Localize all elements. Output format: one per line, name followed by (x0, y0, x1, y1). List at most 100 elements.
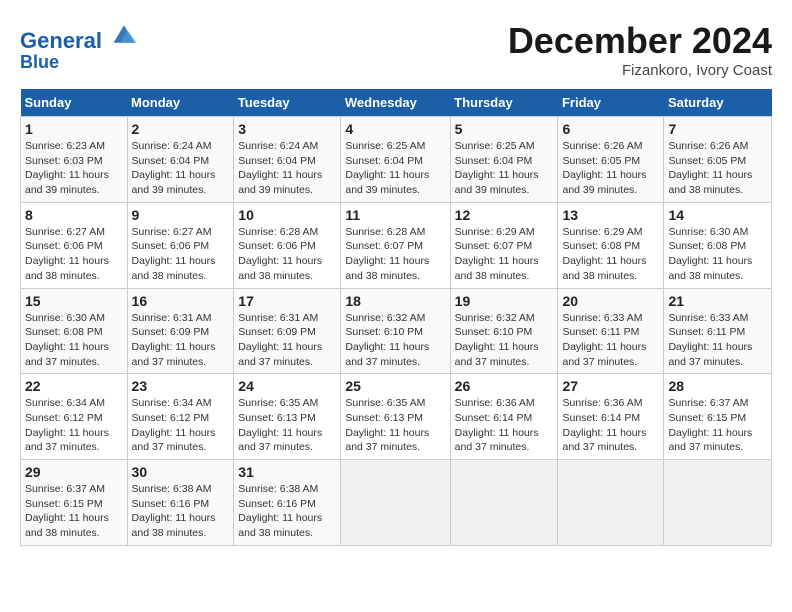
day-number: 22 (25, 378, 123, 394)
day-info: Sunrise: 6:38 AM Sunset: 6:16 PM Dayligh… (132, 482, 230, 541)
calendar-cell: 11 Sunrise: 6:28 AM Sunset: 6:07 PM Dayl… (341, 202, 450, 288)
calendar-cell: 14 Sunrise: 6:30 AM Sunset: 6:08 PM Dayl… (664, 202, 772, 288)
day-number: 15 (25, 293, 123, 309)
calendar-cell: 9 Sunrise: 6:27 AM Sunset: 6:06 PM Dayli… (127, 202, 234, 288)
day-number: 3 (238, 121, 336, 137)
day-info: Sunrise: 6:35 AM Sunset: 6:13 PM Dayligh… (238, 396, 336, 455)
calendar-cell: 10 Sunrise: 6:28 AM Sunset: 6:06 PM Dayl… (234, 202, 341, 288)
day-info: Sunrise: 6:24 AM Sunset: 6:04 PM Dayligh… (238, 139, 336, 198)
day-number: 9 (132, 207, 230, 223)
header-tuesday: Tuesday (234, 89, 341, 117)
day-number: 31 (238, 464, 336, 480)
calendar-cell: 22 Sunrise: 6:34 AM Sunset: 6:12 PM Dayl… (21, 374, 128, 460)
day-info: Sunrise: 6:37 AM Sunset: 6:15 PM Dayligh… (25, 482, 123, 541)
header-monday: Monday (127, 89, 234, 117)
day-number: 7 (668, 121, 767, 137)
calendar-cell: 6 Sunrise: 6:26 AM Sunset: 6:05 PM Dayli… (558, 117, 664, 203)
calendar-cell: 30 Sunrise: 6:38 AM Sunset: 6:16 PM Dayl… (127, 460, 234, 546)
calendar-row-4: 22 Sunrise: 6:34 AM Sunset: 6:12 PM Dayl… (21, 374, 772, 460)
calendar-table: SundayMondayTuesdayWednesdayThursdayFrid… (20, 89, 772, 546)
day-info: Sunrise: 6:24 AM Sunset: 6:04 PM Dayligh… (132, 139, 230, 198)
day-number: 10 (238, 207, 336, 223)
day-info: Sunrise: 6:33 AM Sunset: 6:11 PM Dayligh… (562, 311, 659, 370)
day-info: Sunrise: 6:37 AM Sunset: 6:15 PM Dayligh… (668, 396, 767, 455)
day-info: Sunrise: 6:32 AM Sunset: 6:10 PM Dayligh… (345, 311, 445, 370)
day-number: 16 (132, 293, 230, 309)
calendar-cell: 24 Sunrise: 6:35 AM Sunset: 6:13 PM Dayl… (234, 374, 341, 460)
day-info: Sunrise: 6:25 AM Sunset: 6:04 PM Dayligh… (345, 139, 445, 198)
calendar-cell (664, 460, 772, 546)
header-friday: Friday (558, 89, 664, 117)
calendar-cell: 12 Sunrise: 6:29 AM Sunset: 6:07 PM Dayl… (450, 202, 558, 288)
day-number: 1 (25, 121, 123, 137)
day-number: 20 (562, 293, 659, 309)
calendar-cell: 13 Sunrise: 6:29 AM Sunset: 6:08 PM Dayl… (558, 202, 664, 288)
calendar-cell: 25 Sunrise: 6:35 AM Sunset: 6:13 PM Dayl… (341, 374, 450, 460)
day-info: Sunrise: 6:27 AM Sunset: 6:06 PM Dayligh… (25, 225, 123, 284)
day-number: 30 (132, 464, 230, 480)
header-wednesday: Wednesday (341, 89, 450, 117)
calendar-cell: 16 Sunrise: 6:31 AM Sunset: 6:09 PM Dayl… (127, 288, 234, 374)
day-number: 21 (668, 293, 767, 309)
day-number: 17 (238, 293, 336, 309)
calendar-row-5: 29 Sunrise: 6:37 AM Sunset: 6:15 PM Dayl… (21, 460, 772, 546)
calendar-cell: 23 Sunrise: 6:34 AM Sunset: 6:12 PM Dayl… (127, 374, 234, 460)
day-info: Sunrise: 6:29 AM Sunset: 6:08 PM Dayligh… (562, 225, 659, 284)
title-block: December 2024 Fizankoro, Ivory Coast (508, 20, 772, 79)
location-subtitle: Fizankoro, Ivory Coast (508, 62, 772, 79)
calendar-cell: 29 Sunrise: 6:37 AM Sunset: 6:15 PM Dayl… (21, 460, 128, 546)
day-info: Sunrise: 6:26 AM Sunset: 6:05 PM Dayligh… (562, 139, 659, 198)
calendar-cell: 4 Sunrise: 6:25 AM Sunset: 6:04 PM Dayli… (341, 117, 450, 203)
calendar-cell (450, 460, 558, 546)
day-info: Sunrise: 6:31 AM Sunset: 6:09 PM Dayligh… (238, 311, 336, 370)
day-info: Sunrise: 6:38 AM Sunset: 6:16 PM Dayligh… (238, 482, 336, 541)
page-header: General Blue December 2024 Fizankoro, Iv… (20, 20, 772, 79)
day-info: Sunrise: 6:29 AM Sunset: 6:07 PM Dayligh… (455, 225, 554, 284)
calendar-cell: 2 Sunrise: 6:24 AM Sunset: 6:04 PM Dayli… (127, 117, 234, 203)
calendar-cell: 19 Sunrise: 6:32 AM Sunset: 6:10 PM Dayl… (450, 288, 558, 374)
calendar-cell: 28 Sunrise: 6:37 AM Sunset: 6:15 PM Dayl… (664, 374, 772, 460)
day-number: 13 (562, 207, 659, 223)
day-number: 25 (345, 378, 445, 394)
day-number: 24 (238, 378, 336, 394)
calendar-cell: 3 Sunrise: 6:24 AM Sunset: 6:04 PM Dayli… (234, 117, 341, 203)
calendar-cell: 27 Sunrise: 6:36 AM Sunset: 6:14 PM Dayl… (558, 374, 664, 460)
day-info: Sunrise: 6:36 AM Sunset: 6:14 PM Dayligh… (562, 396, 659, 455)
calendar-row-3: 15 Sunrise: 6:30 AM Sunset: 6:08 PM Dayl… (21, 288, 772, 374)
header-thursday: Thursday (450, 89, 558, 117)
header-sunday: Sunday (21, 89, 128, 117)
day-info: Sunrise: 6:36 AM Sunset: 6:14 PM Dayligh… (455, 396, 554, 455)
calendar-cell: 1 Sunrise: 6:23 AM Sunset: 6:03 PM Dayli… (21, 117, 128, 203)
calendar-cell: 5 Sunrise: 6:25 AM Sunset: 6:04 PM Dayli… (450, 117, 558, 203)
calendar-cell (341, 460, 450, 546)
day-number: 2 (132, 121, 230, 137)
day-info: Sunrise: 6:35 AM Sunset: 6:13 PM Dayligh… (345, 396, 445, 455)
day-number: 14 (668, 207, 767, 223)
calendar-cell: 31 Sunrise: 6:38 AM Sunset: 6:16 PM Dayl… (234, 460, 341, 546)
day-number: 28 (668, 378, 767, 394)
calendar-cell (558, 460, 664, 546)
day-number: 26 (455, 378, 554, 394)
day-info: Sunrise: 6:30 AM Sunset: 6:08 PM Dayligh… (668, 225, 767, 284)
day-info: Sunrise: 6:25 AM Sunset: 6:04 PM Dayligh… (455, 139, 554, 198)
day-info: Sunrise: 6:30 AM Sunset: 6:08 PM Dayligh… (25, 311, 123, 370)
day-info: Sunrise: 6:31 AM Sunset: 6:09 PM Dayligh… (132, 311, 230, 370)
day-info: Sunrise: 6:34 AM Sunset: 6:12 PM Dayligh… (132, 396, 230, 455)
day-info: Sunrise: 6:27 AM Sunset: 6:06 PM Dayligh… (132, 225, 230, 284)
calendar-row-1: 1 Sunrise: 6:23 AM Sunset: 6:03 PM Dayli… (21, 117, 772, 203)
logo-blue: Blue (20, 53, 138, 73)
day-number: 23 (132, 378, 230, 394)
day-info: Sunrise: 6:32 AM Sunset: 6:10 PM Dayligh… (455, 311, 554, 370)
day-number: 11 (345, 207, 445, 223)
logo-text: General (20, 20, 138, 53)
day-number: 19 (455, 293, 554, 309)
calendar-cell: 20 Sunrise: 6:33 AM Sunset: 6:11 PM Dayl… (558, 288, 664, 374)
calendar-header-row: SundayMondayTuesdayWednesdayThursdayFrid… (21, 89, 772, 117)
month-title: December 2024 (508, 20, 772, 62)
calendar-cell: 8 Sunrise: 6:27 AM Sunset: 6:06 PM Dayli… (21, 202, 128, 288)
day-info: Sunrise: 6:34 AM Sunset: 6:12 PM Dayligh… (25, 396, 123, 455)
day-info: Sunrise: 6:33 AM Sunset: 6:11 PM Dayligh… (668, 311, 767, 370)
calendar-cell: 17 Sunrise: 6:31 AM Sunset: 6:09 PM Dayl… (234, 288, 341, 374)
day-info: Sunrise: 6:28 AM Sunset: 6:07 PM Dayligh… (345, 225, 445, 284)
header-saturday: Saturday (664, 89, 772, 117)
